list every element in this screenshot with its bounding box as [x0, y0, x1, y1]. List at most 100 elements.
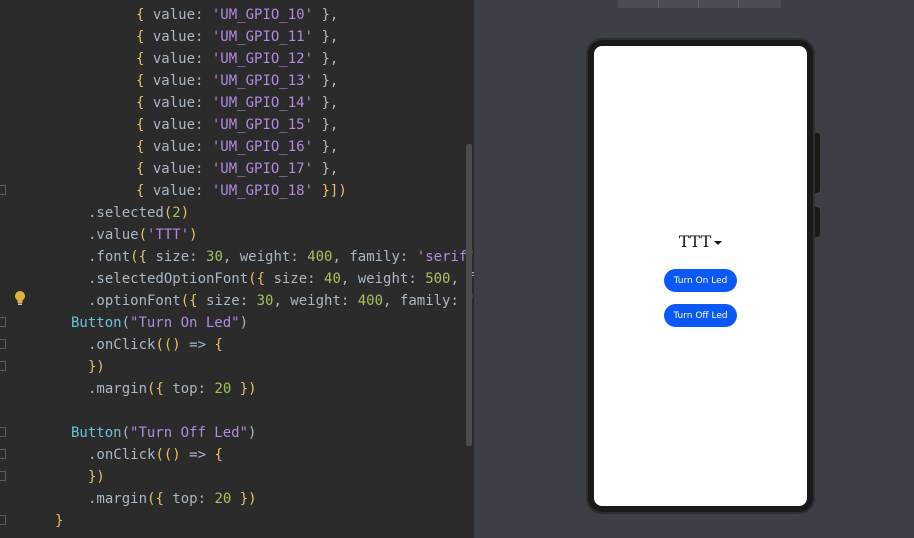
code-token: { [136, 161, 153, 177]
code-token: => [189, 447, 215, 463]
code-line[interactable]: { value: 'UM_GPIO_11' }, [136, 26, 338, 48]
code-token: size: [155, 249, 207, 265]
code-token: value: [152, 117, 212, 133]
code-line[interactable]: { value: 'UM_GPIO_10' }, [136, 4, 338, 26]
previewer-toolbar [618, 0, 781, 8]
code-token: }, [313, 73, 339, 89]
code-token: Button [71, 315, 122, 331]
code-line[interactable]: .margin({ top: 20 }) [88, 378, 257, 400]
code-line[interactable]: { value: 'UM_GPIO_12' }, [136, 48, 338, 70]
code-line[interactable]: .onClick(() => { [88, 444, 223, 466]
fold-marker-icon[interactable] [0, 427, 6, 437]
code-token: value: [152, 183, 212, 199]
code-token: { [136, 95, 153, 111]
code-token: }, [313, 29, 339, 45]
code-token: }, [313, 7, 339, 23]
fold-marker-icon[interactable] [0, 449, 6, 459]
code-token: 'UM_GPIO_10' [211, 7, 314, 23]
code-token: ( [121, 315, 131, 331]
previewer-panel: TTT Turn On Led Turn Off Led [475, 0, 914, 538]
fold-marker-icon[interactable] [0, 317, 6, 327]
code-line[interactable]: { value: 'UM_GPIO_16' }, [136, 136, 338, 158]
code-token: , family: [383, 293, 468, 309]
code-line[interactable]: { value: 'UM_GPIO_14' }, [136, 92, 338, 114]
code-line[interactable]: .optionFont({ size: 30, weight: 400, fam… [88, 290, 474, 312]
code-line[interactable]: { value: 'UM_GPIO_17' }, [136, 158, 338, 180]
fold-marker-icon[interactable] [0, 471, 6, 481]
code-line[interactable]: .onClick(() => { [88, 334, 223, 356]
code-token: , family: [332, 249, 417, 265]
code-token: }, [313, 161, 339, 177]
code-token: top: [172, 381, 215, 397]
code-line[interactable]: }) [88, 356, 105, 378]
code-token: .margin [88, 381, 148, 397]
code-token: ({ [147, 381, 173, 397]
turn-off-led-button[interactable]: Turn Off Led [664, 304, 737, 327]
code-token: .optionFont [88, 293, 181, 309]
code-token: 'UM_GPIO_16' [211, 139, 314, 155]
code-token: 400 [307, 249, 333, 265]
code-token: "Turn Off Led" [130, 425, 249, 441]
code-token: .onClick [88, 447, 156, 463]
code-line[interactable]: { value: 'UM_GPIO_15' }, [136, 114, 338, 136]
lightbulb-icon[interactable] [14, 290, 26, 306]
device-screen: TTT Turn On Led Turn Off Led [594, 46, 807, 506]
code-line[interactable]: Button("Turn On Led") [71, 312, 248, 334]
code-line[interactable]: }) [88, 466, 105, 488]
code-token: 40 [324, 271, 341, 287]
code-line[interactable]: .selectedOptionFont({ size: 40, weight: … [88, 268, 474, 290]
side-button [815, 133, 820, 193]
code-token: , weight: [340, 271, 426, 287]
code-token: .margin [88, 491, 148, 507]
code-line[interactable]: .margin({ top: 20 }) [88, 488, 257, 510]
code-line[interactable]: { value: 'UM_GPIO_13' }, [136, 70, 338, 92]
code-token: 400 [357, 293, 384, 309]
select-dropdown[interactable]: TTT [594, 232, 807, 251]
side-button [815, 207, 820, 237]
code-token: { [136, 117, 153, 133]
code-token: }, [313, 95, 339, 111]
code-token: 'UM_GPIO_13' [211, 73, 314, 89]
code-token: size: [273, 271, 325, 287]
fold-marker-icon[interactable] [0, 361, 6, 371]
code-token: , weight: [273, 293, 358, 309]
code-line[interactable]: .value('TTT') [88, 224, 198, 246]
code-token: 'UM_GPIO_14' [211, 95, 314, 111]
code-token: { [136, 139, 153, 155]
code-token: .selectedOptionFont [88, 271, 249, 287]
code-token: { [136, 73, 153, 89]
code-token: { [136, 51, 153, 67]
code-token: ({ [147, 491, 173, 507]
code-token: ({ [248, 271, 274, 287]
code-token: .onClick [88, 337, 156, 353]
code-editor[interactable]: { value: 'UM_GPIO_10' },{ value: 'UM_GPI… [0, 0, 474, 538]
code-token: ) [180, 205, 190, 221]
code-token: 'UM_GPIO_18' [211, 183, 314, 199]
fold-marker-icon[interactable] [0, 185, 6, 195]
code-token: ) [248, 425, 257, 441]
code-token: }) [88, 359, 105, 375]
code-line[interactable]: .selected(2) [88, 202, 189, 224]
fold-marker-icon[interactable] [0, 339, 6, 349]
code-token: }, [313, 117, 339, 133]
select-value: TTT [678, 232, 712, 251]
code-line[interactable]: } [55, 510, 63, 532]
code-line[interactable]: .font({ size: 30, weight: 400, family: '… [88, 246, 474, 268]
code-token: (() [155, 447, 190, 463]
turn-on-led-button[interactable]: Turn On Led [664, 269, 737, 292]
code-token: { [136, 29, 153, 45]
code-token: 2 [172, 205, 181, 221]
code-token: 'UM_GPIO_15' [211, 117, 314, 133]
fold-marker-icon[interactable] [0, 515, 6, 525]
code-token: 'UM_GPIO_17' [211, 161, 314, 177]
code-token: }, [313, 51, 339, 67]
editor-scrollbar[interactable] [466, 144, 472, 446]
code-line[interactable]: Button("Turn Off Led") [71, 422, 256, 444]
code-token: { [136, 7, 153, 23]
code-token: value: [152, 7, 212, 23]
device-frame: TTT Turn On Led Turn Off Led [586, 38, 815, 514]
code-line[interactable]: { value: 'UM_GPIO_18' }]) [136, 180, 347, 202]
code-token: ({ [180, 293, 207, 309]
code-token: ( [138, 227, 148, 243]
code-token: .selected [88, 205, 164, 221]
